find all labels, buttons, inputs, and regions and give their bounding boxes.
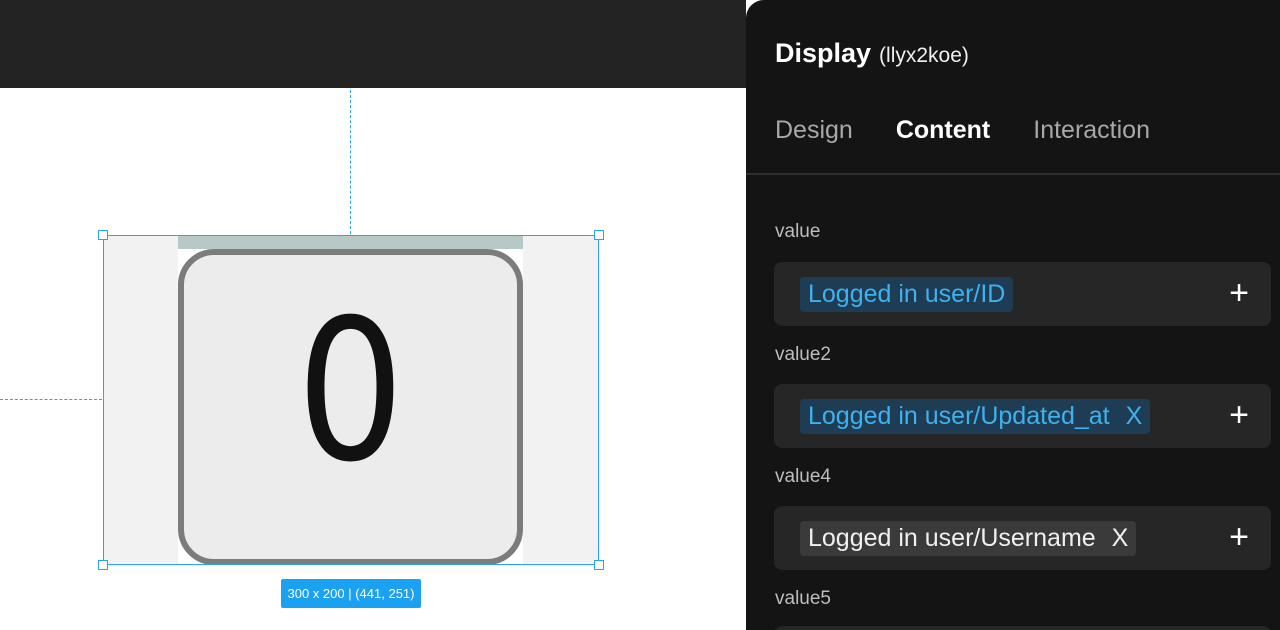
panel-tabs: Design Content Interaction — [775, 116, 1193, 145]
plus-icon[interactable]: + — [1229, 276, 1249, 310]
tab-interaction[interactable]: Interaction — [1033, 116, 1150, 145]
field-label-value4: value4 — [775, 466, 831, 487]
field-value2[interactable]: Logged in user/Updated_at X + — [774, 384, 1271, 448]
horizontal-alignment-guide — [0, 399, 102, 400]
vertical-alignment-guide — [350, 90, 351, 234]
tab-design[interactable]: Design — [775, 116, 853, 145]
field-label-value: value — [775, 221, 821, 242]
binding-chip-value2[interactable]: Logged in user/Updated_at X — [800, 399, 1151, 434]
resize-handle-top-right[interactable] — [594, 230, 604, 240]
plus-icon[interactable]: + — [1229, 520, 1249, 554]
resize-handle-top-left[interactable] — [98, 230, 108, 240]
field-label-value2: value2 — [775, 344, 831, 365]
element-type-name: Display — [775, 38, 872, 68]
field-label-value5: value5 — [775, 588, 831, 609]
tab-content[interactable]: Content — [896, 116, 990, 145]
properties-panel: Display (llyx2koe) Design Content Intera… — [746, 0, 1280, 630]
binding-chip-label: Logged in user/Username — [808, 524, 1096, 552]
plus-icon[interactable]: + — [1229, 398, 1249, 432]
close-icon[interactable]: X — [1112, 524, 1129, 553]
binding-chip-value4[interactable]: Logged in user/Username X — [800, 521, 1137, 556]
element-id: (llyx2koe) — [879, 44, 969, 67]
field-value4[interactable]: Logged in user/Username X + — [774, 506, 1271, 570]
selection-box[interactable] — [103, 235, 599, 565]
tab-divider — [746, 173, 1280, 175]
resize-handle-bottom-left[interactable] — [98, 560, 108, 570]
resize-handle-bottom-right[interactable] — [594, 560, 604, 570]
binding-chip-label: Logged in user/ID — [808, 280, 1006, 308]
editor-top-bar — [0, 0, 746, 88]
binding-chip-label: Logged in user/Updated_at — [808, 402, 1110, 430]
field-value5[interactable] — [774, 626, 1271, 630]
binding-chip-value[interactable]: Logged in user/ID — [800, 277, 1014, 312]
panel-title: Display (llyx2koe) — [775, 38, 969, 69]
field-value[interactable]: Logged in user/ID + — [774, 262, 1271, 326]
close-icon[interactable]: X — [1126, 402, 1143, 431]
selection-size-label: 300 x 200 | (441, 251) — [281, 579, 421, 608]
